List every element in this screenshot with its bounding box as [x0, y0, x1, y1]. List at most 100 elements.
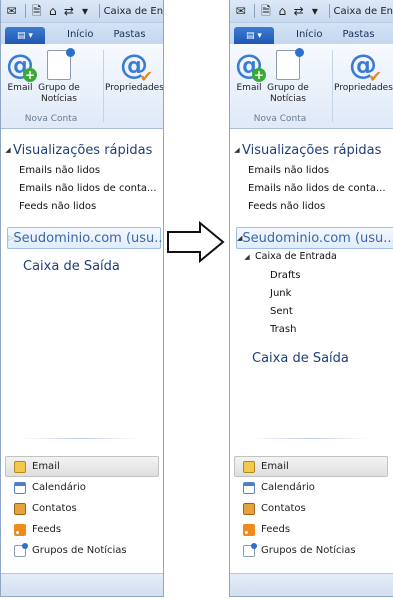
ribbon-group-label: Nova Conta [24, 114, 78, 124]
newsgroup-label-line1: Grupo de [267, 83, 309, 93]
bottom-nav-label: Contatos [261, 503, 306, 514]
folder-sent[interactable]: Sent [270, 303, 300, 321]
quick-access-dropdown-icon[interactable]: ▾ [79, 4, 92, 18]
inbox-folder[interactable]: ◢ Caixa de Entrada [242, 248, 337, 266]
newsgroup-button[interactable]: Grupo de Notícias [266, 48, 310, 105]
new-message-icon[interactable]: 🗎 [259, 4, 272, 18]
newsgroup-button[interactable]: Grupo de Notícias [37, 48, 81, 105]
bottom-nav-label: Calendário [261, 482, 315, 493]
calendar-icon [14, 481, 26, 494]
calendar-icon [243, 481, 255, 494]
quick-view-unread-emails[interactable]: Emails não lidos [19, 162, 157, 180]
email-button-label: Email [236, 83, 262, 93]
email-icon [14, 460, 26, 473]
file-menu-button[interactable]: ▤ ▾ [5, 27, 45, 44]
expanded-triangle-icon[interactable]: ◢ [3, 146, 13, 154]
ribbon-group-separator [332, 50, 333, 122]
bottom-navigation: Email Calendário Contatos Feeds Grupos d… [1, 456, 163, 561]
new-email-account-button[interactable]: @ + Email [5, 48, 37, 94]
right-arrow-outline-icon [167, 221, 225, 263]
properties-label: Propriedades [334, 83, 393, 93]
ribbon-group-separator [103, 50, 104, 122]
newsgroups-icon [14, 542, 28, 557]
bottom-nav-contacts[interactable]: Contatos [1, 498, 163, 519]
send-receive-icon[interactable]: ⇄ [62, 4, 75, 18]
bottom-separator [21, 438, 141, 439]
quick-view-unread-feeds[interactable]: Feeds não lidos [19, 198, 157, 216]
properties-icon: @ ✔ [120, 48, 153, 86]
account-node[interactable]: ▷ Seudominio.com (usu... [7, 227, 163, 249]
ribbon: @ + Email Grupo de Notícias @ ✔ Propriedad… [230, 44, 393, 129]
title-bar: ✉ 🗎 ⌂ ⇄ ▾ Caixa de En [230, 0, 393, 23]
email-account-icon: @ + [6, 48, 37, 82]
file-menu-button[interactable]: ▤ ▾ [234, 27, 274, 44]
newsgroups-icon [243, 542, 257, 557]
bottom-nav-contacts[interactable]: Contatos [230, 498, 392, 519]
quick-views-list: Emails não lidos Emails não lidos de con… [19, 162, 157, 216]
email-icon [243, 460, 255, 473]
account-node[interactable]: ◢ Seudominio.com (usu... [236, 227, 393, 249]
feeds-icon [243, 523, 255, 536]
bottom-nav-calendar[interactable]: Calendário [230, 477, 392, 498]
ribbon: @ + Email Grupo de Notícias @ ✔ Propriedad… [1, 44, 163, 129]
quick-views-heading[interactable]: ◢ Visualizações rápidas [3, 141, 152, 159]
bottom-nav-label: Grupos de Notícias [32, 545, 127, 556]
outbox-folder[interactable]: Caixa de Saída [23, 259, 120, 274]
bottom-separator [250, 438, 370, 439]
tab-inicio[interactable]: Início [286, 29, 332, 44]
newsgroup-icon [47, 48, 75, 80]
properties-button[interactable]: @ ✔ Propriedades [334, 48, 393, 94]
properties-label: Propriedades [105, 83, 164, 93]
bottom-nav-email[interactable]: Email [234, 456, 388, 477]
bottom-nav-email[interactable]: Email [5, 456, 159, 477]
quick-views-heading[interactable]: ◢ Visualizações rápidas [232, 141, 381, 159]
expanded-triangle-icon[interactable]: ◢ [232, 146, 242, 154]
bottom-nav-newsgroups[interactable]: Grupos de Notícias [230, 540, 392, 561]
ribbon-tabs: ▤ ▾ Início Pastas [230, 23, 393, 44]
quick-access-dropdown-icon[interactable]: ▾ [308, 4, 321, 18]
new-email-account-button[interactable]: @ + Email [234, 50, 266, 94]
quick-views-list: Emails não lidos Emails não lidos de con… [248, 162, 386, 216]
bottom-nav-label: Feeds [32, 524, 62, 535]
reply-icon[interactable]: ⌂ [46, 4, 59, 18]
send-receive-icon[interactable]: ⇄ [292, 4, 305, 18]
left-panel: ✉ 🗎 ⌂ ⇄ ▾ Caixa de En ▤ ▾ Início Pastas … [0, 0, 164, 597]
bottom-nav-feeds[interactable]: Feeds [230, 519, 392, 540]
bottom-nav-calendar[interactable]: Calendário [1, 477, 163, 498]
account-label: Seudominio.com (usu... [242, 230, 393, 246]
folder-trash[interactable]: Trash [270, 321, 300, 339]
quick-view-unread-contacts[interactable]: Emails não lidos de conta... [19, 180, 157, 198]
status-bar [1, 573, 163, 596]
app-icon: ✉ [6, 4, 17, 18]
expanded-triangle-icon[interactable]: ◢ [242, 248, 252, 266]
bottom-nav-label: Contatos [32, 503, 77, 514]
folder-junk[interactable]: Junk [270, 285, 300, 303]
bottom-navigation: Email Calendário Contatos Feeds Grupos d… [230, 456, 392, 561]
quick-view-unread-feeds[interactable]: Feeds não lidos [248, 198, 386, 216]
quick-view-unread-emails[interactable]: Emails não lidos [248, 162, 386, 180]
outbox-folder[interactable]: Caixa de Saída [252, 351, 349, 366]
bottom-nav-label: Email [261, 461, 289, 472]
title-separator [25, 4, 27, 18]
inbox-label: Caixa de Entrada [255, 251, 337, 262]
tab-inicio[interactable]: Início [57, 29, 103, 44]
bottom-nav-newsgroups[interactable]: Grupos de Notícias [1, 540, 163, 561]
folder-drafts[interactable]: Drafts [270, 267, 300, 285]
feeds-icon [14, 523, 26, 536]
properties-button[interactable]: @ ✔ Propriedades [105, 50, 163, 94]
ribbon-tabs: ▤ ▾ Início Pastas [1, 23, 163, 44]
bottom-nav-label: Grupos de Notícias [261, 545, 356, 556]
bottom-nav-label: Calendário [32, 482, 86, 493]
newsgroup-label-line2: Notícias [270, 94, 306, 104]
reply-icon[interactable]: ⌂ [276, 4, 289, 18]
inbox-subfolders: Drafts Junk Sent Trash [270, 267, 300, 339]
title-separator [328, 4, 330, 18]
bottom-nav-label: Email [32, 461, 60, 472]
new-message-icon[interactable]: 🗎 [30, 4, 43, 18]
title-separator [98, 4, 100, 18]
quick-view-unread-contacts[interactable]: Emails não lidos de conta... [248, 180, 386, 198]
tab-pastas[interactable]: Pastas [332, 29, 384, 44]
tab-pastas[interactable]: Pastas [103, 29, 155, 44]
properties-icon: @ ✔ [349, 48, 382, 86]
bottom-nav-feeds[interactable]: Feeds [1, 519, 163, 540]
